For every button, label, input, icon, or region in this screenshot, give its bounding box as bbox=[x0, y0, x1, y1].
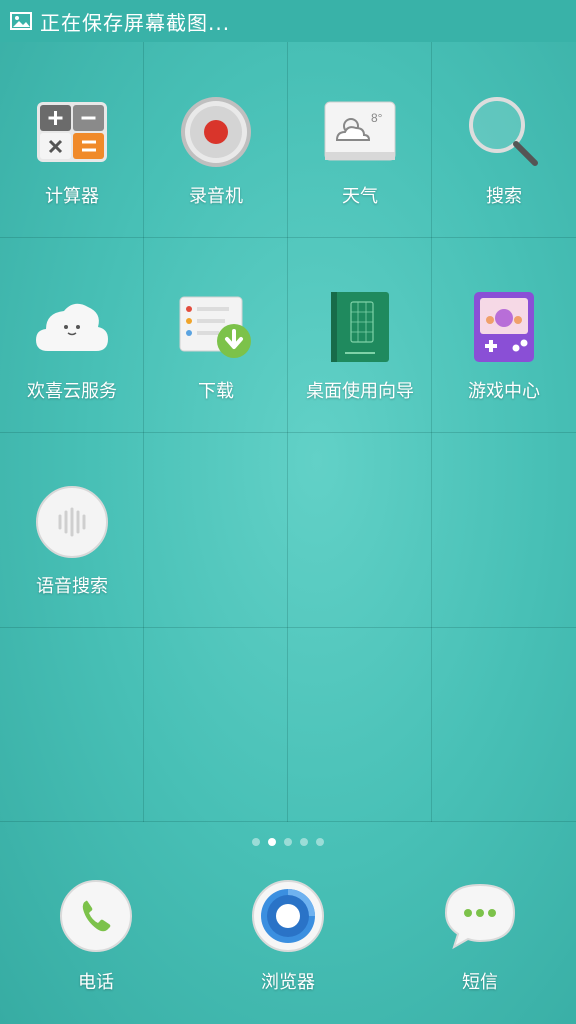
app-label: 天气 bbox=[342, 186, 378, 207]
app-calculator[interactable]: 计算器 bbox=[0, 42, 144, 237]
app-label: 游戏中心 bbox=[468, 381, 540, 402]
dock-messages[interactable]: 短信 bbox=[384, 870, 576, 1020]
recorder-icon bbox=[181, 97, 251, 167]
app-download[interactable]: 下载 bbox=[144, 237, 288, 432]
page-dot-active[interactable] bbox=[268, 838, 276, 846]
svg-text:8°: 8° bbox=[371, 111, 383, 125]
message-icon bbox=[444, 883, 516, 950]
weather-icon: 8° bbox=[324, 101, 396, 161]
app-voice-search[interactable]: 语音搜索 bbox=[0, 432, 144, 627]
app-weather[interactable]: 8° 天气 bbox=[288, 42, 432, 237]
phone-icon bbox=[60, 880, 132, 952]
magnifier-icon bbox=[469, 97, 538, 166]
app-label: 桌面使用向导 bbox=[306, 381, 414, 402]
guide-book-icon bbox=[331, 292, 389, 362]
page-dot[interactable] bbox=[300, 838, 308, 846]
dock-label: 电话 bbox=[78, 972, 114, 993]
dock-label: 浏览器 bbox=[261, 972, 315, 993]
image-icon bbox=[10, 12, 32, 30]
voice-search-icon bbox=[36, 486, 108, 558]
app-search[interactable]: 搜索 bbox=[432, 42, 576, 237]
app-label: 录音机 bbox=[189, 186, 243, 207]
app-label: 语音搜索 bbox=[36, 576, 108, 597]
app-recorder[interactable]: 录音机 bbox=[144, 42, 288, 237]
app-label: 欢喜云服务 bbox=[27, 381, 117, 402]
app-label: 搜索 bbox=[486, 186, 522, 207]
page-dot[interactable] bbox=[284, 838, 292, 846]
screenshot-saving-text: 正在保存屏幕截图... bbox=[40, 10, 231, 35]
app-cloud-service[interactable]: 欢喜云服务 bbox=[0, 237, 144, 432]
game-console-icon bbox=[474, 292, 534, 362]
browser-icon bbox=[252, 880, 324, 952]
status-bar: 正在保存屏幕截图... bbox=[0, 0, 576, 42]
app-grid: 计算器 录音机 8° 天气 搜索 欢喜云服务 下载 桌面使用向导 游戏中心 语音… bbox=[0, 42, 576, 822]
page-indicator[interactable] bbox=[0, 838, 576, 846]
cloud-icon bbox=[36, 303, 108, 351]
dock-phone[interactable]: 电话 bbox=[0, 870, 192, 1020]
page-dot[interactable] bbox=[316, 838, 324, 846]
calculator-icon bbox=[37, 102, 107, 162]
app-label: 下载 bbox=[198, 381, 234, 402]
app-game-center[interactable]: 游戏中心 bbox=[432, 237, 576, 432]
dock: 电话 浏览器 短信 bbox=[0, 870, 576, 1020]
app-label: 计算器 bbox=[45, 186, 99, 207]
dock-browser[interactable]: 浏览器 bbox=[192, 870, 384, 1020]
dock-label: 短信 bbox=[462, 972, 498, 993]
page-dot[interactable] bbox=[252, 838, 260, 846]
download-icon bbox=[179, 296, 251, 358]
app-desktop-guide[interactable]: 桌面使用向导 bbox=[288, 237, 432, 432]
